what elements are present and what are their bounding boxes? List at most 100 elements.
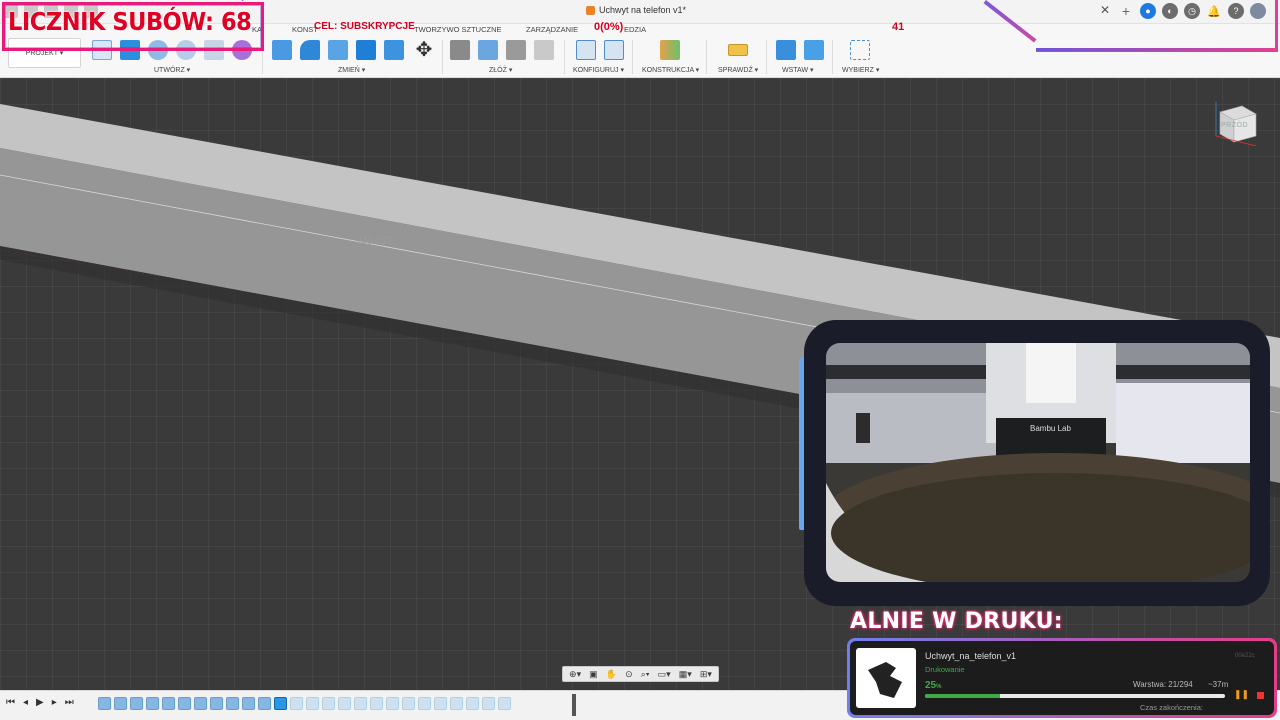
help-icon[interactable]: ? (1228, 3, 1244, 19)
toolbar-separator (564, 40, 565, 74)
timeline-feature[interactable] (498, 697, 511, 710)
close-tab-icon[interactable]: ✕ (1100, 3, 1110, 17)
timeline-feature[interactable] (306, 697, 319, 710)
pan-icon[interactable]: ✋ (606, 669, 617, 680)
inspect-group-label[interactable]: SPRAWDŹ ▾ (718, 66, 758, 74)
timeline-feature[interactable] (434, 697, 447, 710)
step-forward-icon[interactable]: ▸ (52, 697, 57, 708)
select-icon[interactable] (850, 40, 870, 60)
timeline-feature[interactable] (146, 697, 159, 710)
print-progress-bar (925, 694, 1225, 698)
configure-icon[interactable] (576, 40, 596, 60)
viewports-icon[interactable]: ⊞▾ (700, 669, 712, 680)
timeline-feature[interactable] (338, 697, 351, 710)
grid-settings-icon[interactable]: ▦▾ (679, 669, 692, 680)
as-built-joint-icon[interactable] (506, 40, 526, 60)
tab-manage[interactable]: ZARZĄDZANIE (526, 25, 578, 34)
print-percent-value: 25 (925, 680, 937, 691)
display-settings-icon[interactable]: ▭▾ (658, 669, 671, 680)
timeline-feature[interactable] (370, 697, 383, 710)
avatar[interactable] (1250, 3, 1266, 19)
online-icon[interactable]: ● (1140, 3, 1156, 19)
revolve-icon[interactable] (148, 40, 168, 60)
fit-icon[interactable]: ⌕▾ (641, 669, 650, 680)
timeline-feature[interactable] (98, 697, 111, 710)
tab-utilities[interactable]: EDZIA (624, 25, 646, 34)
print-file-name: Uchwyt_na_telefon_v1 (925, 651, 1017, 661)
stop-icon[interactable] (1257, 692, 1264, 699)
timeline-feature[interactable] (130, 697, 143, 710)
timeline-feature[interactable] (402, 697, 415, 710)
notifications-icon[interactable]: 🔔 (1206, 3, 1222, 19)
timeline-feature[interactable] (162, 697, 175, 710)
bill-of-materials-icon[interactable] (534, 40, 554, 60)
timeline-feature[interactable] (178, 697, 191, 710)
tab-sketch[interactable]: KA (252, 25, 262, 34)
timeline-feature[interactable] (322, 697, 335, 710)
configuration-table-icon[interactable] (604, 40, 624, 60)
timeline-feature[interactable] (290, 697, 303, 710)
timeline-feature[interactable] (258, 697, 271, 710)
combine-icon[interactable] (384, 40, 404, 60)
toolbar-separator (832, 40, 833, 74)
offset-plane-icon[interactable] (660, 40, 680, 60)
timeline-feature[interactable] (466, 697, 479, 710)
timeline-feature[interactable] (194, 697, 207, 710)
move-icon[interactable]: ✥ (414, 40, 434, 60)
timeline-feature-active[interactable] (274, 697, 287, 710)
pause-icon[interactable]: ❚❚ (1234, 689, 1249, 700)
header-icons: + ● ◐ ◷ 🔔 ? (1118, 3, 1266, 19)
new-component-icon[interactable] (478, 40, 498, 60)
timeline-feature[interactable] (354, 697, 367, 710)
timeline-feature[interactable] (114, 697, 127, 710)
timeline-feature[interactable] (226, 697, 239, 710)
toolbar-separator (262, 40, 263, 74)
viewcube-front-label: PRZÓD (1221, 122, 1248, 129)
hole-icon[interactable] (176, 40, 196, 60)
print-progress-fill (925, 694, 1000, 698)
insert-derive-icon[interactable] (776, 40, 796, 60)
form-icon[interactable] (232, 40, 252, 60)
zoom-icon[interactable]: ⊙ (625, 669, 633, 680)
tab-plastic[interactable]: TWORZYWO SZTUCZNE (414, 25, 502, 34)
measure-icon[interactable] (728, 44, 748, 56)
timeline-feature[interactable] (242, 697, 255, 710)
document-tab[interactable]: Uchwyt na telefon v1* (586, 5, 686, 15)
add-tab-icon[interactable]: + (1118, 3, 1134, 19)
select-group-label[interactable]: WYBIERZ ▾ (842, 66, 879, 74)
pattern-icon[interactable] (204, 40, 224, 60)
timeline-feature[interactable] (386, 697, 399, 710)
new-sketch-icon[interactable] (92, 40, 112, 60)
press-pull-icon[interactable] (272, 40, 292, 60)
extrude-icon[interactable] (120, 40, 140, 60)
create-group-label[interactable]: UTWÓRZ ▾ (154, 66, 190, 74)
sub-counter: LICZNIK SUBÓW: 68 (8, 7, 252, 36)
timeline-feature[interactable] (450, 697, 463, 710)
timeline-marker[interactable] (572, 694, 576, 716)
timeline-feature[interactable] (418, 697, 431, 710)
construct-group-label[interactable]: KONSTRUKCJA ▾ (642, 66, 699, 74)
timeline-feature[interactable] (482, 697, 495, 710)
fillet-icon[interactable] (300, 40, 320, 60)
frame-decoration (1036, 48, 1278, 51)
history-icon[interactable]: ◷ (1184, 3, 1200, 19)
configure-group-label[interactable]: KONFIGURUJ ▾ (573, 66, 624, 74)
look-at-icon[interactable]: ▣ (589, 669, 598, 680)
orbit-icon[interactable]: ⊕▾ (569, 669, 581, 680)
workspace-dropdown[interactable]: PROJEKT ▾ (8, 38, 81, 68)
joint-icon[interactable] (450, 40, 470, 60)
timeline-feature[interactable] (210, 697, 223, 710)
go-end-icon[interactable]: ⏭ (65, 697, 74, 708)
go-start-icon[interactable]: ⏮ (6, 697, 15, 708)
assemble-group-label[interactable]: ZŁÓŻ ▾ (489, 66, 512, 74)
goal-target: 41 (892, 21, 905, 33)
print-thumbnail (856, 648, 916, 708)
insert-group-label[interactable]: WSTAW ▾ (782, 66, 814, 74)
shell-icon[interactable] (356, 40, 376, 60)
modify-group-label[interactable]: ZMIEŃ ▾ (338, 66, 365, 74)
play-icon[interactable]: ▶ (36, 697, 44, 708)
job-status-icon[interactable]: ◐ (1162, 3, 1178, 19)
insert-canvas-icon[interactable] (804, 40, 824, 60)
step-back-icon[interactable]: ◂ (23, 697, 28, 708)
chamfer-icon[interactable] (328, 40, 348, 60)
